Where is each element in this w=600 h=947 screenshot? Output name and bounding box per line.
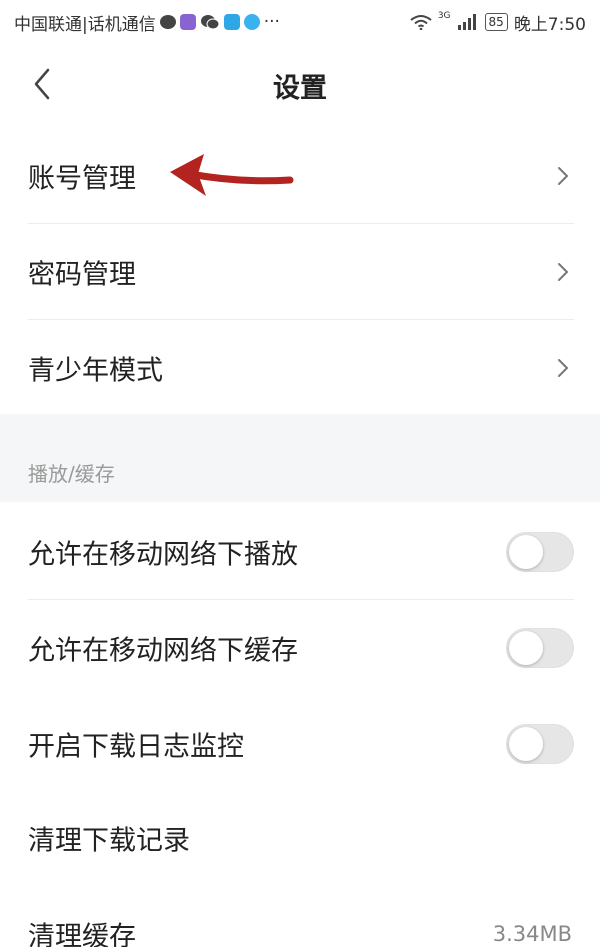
- more-notifications-icon: ···: [263, 12, 280, 32]
- toggle-knob: [509, 631, 543, 665]
- chevron-right-icon: [558, 263, 569, 281]
- settings-row-label: 密码管理: [28, 259, 136, 291]
- clock: 晚上7:50: [513, 14, 586, 35]
- settings-row-clear-download-records[interactable]: 清理下载记录: [0, 790, 600, 886]
- settings-row-clear-cache[interactable]: 清理缓存 3.34MB: [0, 886, 600, 947]
- toggle-knob: [509, 727, 543, 761]
- settings-row-download-log: 开启下载日志监控: [0, 696, 600, 792]
- settings-row-password[interactable]: 密码管理: [0, 224, 600, 320]
- settings-row-label: 允许在移动网络下播放: [28, 539, 298, 571]
- status-bar: 中国联通|话机通信 ··· 3G 85 晚上7:50: [0, 0, 600, 44]
- cache-size-value: 3.34MB: [492, 922, 572, 946]
- browser-app-icon: [243, 14, 260, 30]
- shield-app-icon: [223, 14, 240, 30]
- settings-row-label: 允许在移动网络下缓存: [28, 635, 298, 667]
- chevron-right-icon: [558, 359, 569, 377]
- section-header-playback-cache: 播放/缓存: [0, 414, 600, 502]
- download-log-toggle[interactable]: [506, 724, 574, 764]
- nav-header: 设置: [0, 44, 600, 124]
- wifi-icon: [410, 15, 432, 30]
- message-bubble-icon: [159, 15, 176, 29]
- settings-row-label: 清理下载记录: [28, 825, 190, 857]
- settings-row-mobile-cache: 允许在移动网络下缓存: [0, 600, 600, 696]
- settings-row-label: 账号管理: [28, 163, 136, 195]
- app-notification-icon: [179, 14, 196, 30]
- settings-row-label: 清理缓存: [28, 921, 136, 947]
- mobile-cache-toggle[interactable]: [506, 628, 574, 668]
- settings-row-account[interactable]: 账号管理: [0, 128, 600, 224]
- wechat-icon: [200, 15, 220, 30]
- page-title: 设置: [273, 73, 327, 104]
- mobile-play-toggle[interactable]: [506, 532, 574, 572]
- carrier-label: 中国联通|话机通信: [14, 14, 156, 35]
- settings-row-teen-mode[interactable]: 青少年模式: [0, 320, 600, 416]
- section-label: 播放/缓存: [28, 462, 115, 486]
- annotation-arrow-icon: [170, 154, 294, 196]
- battery-icon: 85: [484, 13, 508, 31]
- status-bar-right: 3G 85 晚上7:50: [410, 10, 586, 35]
- toggle-knob: [509, 535, 543, 569]
- settings-row-label: 青少年模式: [28, 355, 163, 387]
- network-type-label: 3G: [437, 11, 451, 21]
- settings-row-mobile-play: 允许在移动网络下播放: [0, 504, 600, 600]
- chevron-right-icon: [558, 167, 569, 185]
- status-bar-left: 中国联通|话机通信 ···: [14, 10, 280, 35]
- settings-row-label: 开启下载日志监控: [28, 731, 244, 763]
- signal-icon: [457, 14, 476, 30]
